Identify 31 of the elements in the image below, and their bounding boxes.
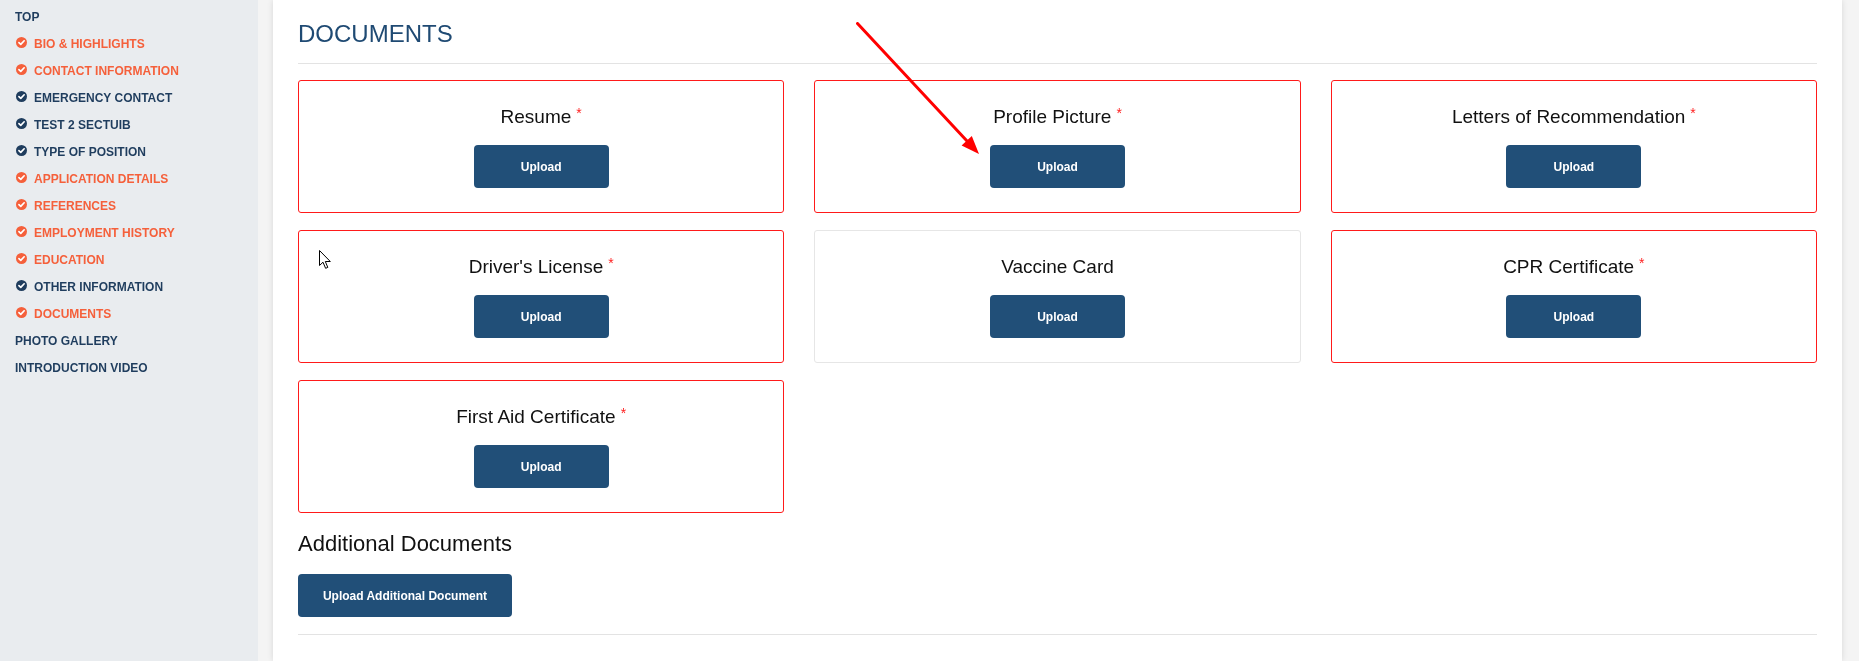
section-heading: DOCUMENTS (298, 20, 454, 48)
required-asterisk: * (608, 254, 614, 272)
document-title: First Aid Certificate (456, 405, 616, 429)
document-title: CPR Certificate (1503, 255, 1635, 279)
sidebar-link[interactable]: OTHER INFORMATION (0, 273, 258, 300)
upload-button[interactable]: Upload (473, 145, 609, 188)
sidebar-link[interactable]: TEST 2 SECTUIB (0, 111, 258, 138)
required-asterisk: * (1639, 254, 1645, 272)
sidebar-link[interactable]: EMERGENCY CONTACT (0, 84, 258, 111)
document-title: Resume (500, 105, 572, 129)
upload-button[interactable]: Upload (473, 295, 609, 338)
document-title: Driver's License (468, 255, 604, 279)
upload-button[interactable]: Upload (1506, 145, 1642, 188)
sidebar-link[interactable]: INTRODUCTION VIDEO (0, 354, 258, 381)
pointer-cursor-icon (319, 250, 331, 269)
sidebar-link[interactable]: TYPE OF POSITION (0, 138, 258, 165)
sidebar-link[interactable]: PHOTO GALLERY (0, 327, 258, 354)
sidebar-link[interactable]: TOP (0, 3, 258, 30)
document-title: Vaccine Card (1001, 255, 1114, 279)
upload-button[interactable]: Upload (473, 445, 609, 488)
document-title: Profile Picture (993, 105, 1112, 129)
required-asterisk: * (620, 404, 627, 422)
required-asterisk: * (1116, 104, 1122, 122)
upload-additional-button[interactable]: Upload Additional Document (298, 574, 512, 617)
required-asterisk: * (1690, 104, 1696, 122)
document-title: Letters of Recommendation (1451, 105, 1686, 129)
upload-button[interactable]: Upload (990, 145, 1125, 188)
subsection-heading: Additional Documents (298, 530, 513, 558)
required-asterisk: * (576, 104, 582, 122)
upload-button[interactable]: Upload (1506, 295, 1642, 338)
upload-button[interactable]: Upload (990, 295, 1125, 338)
